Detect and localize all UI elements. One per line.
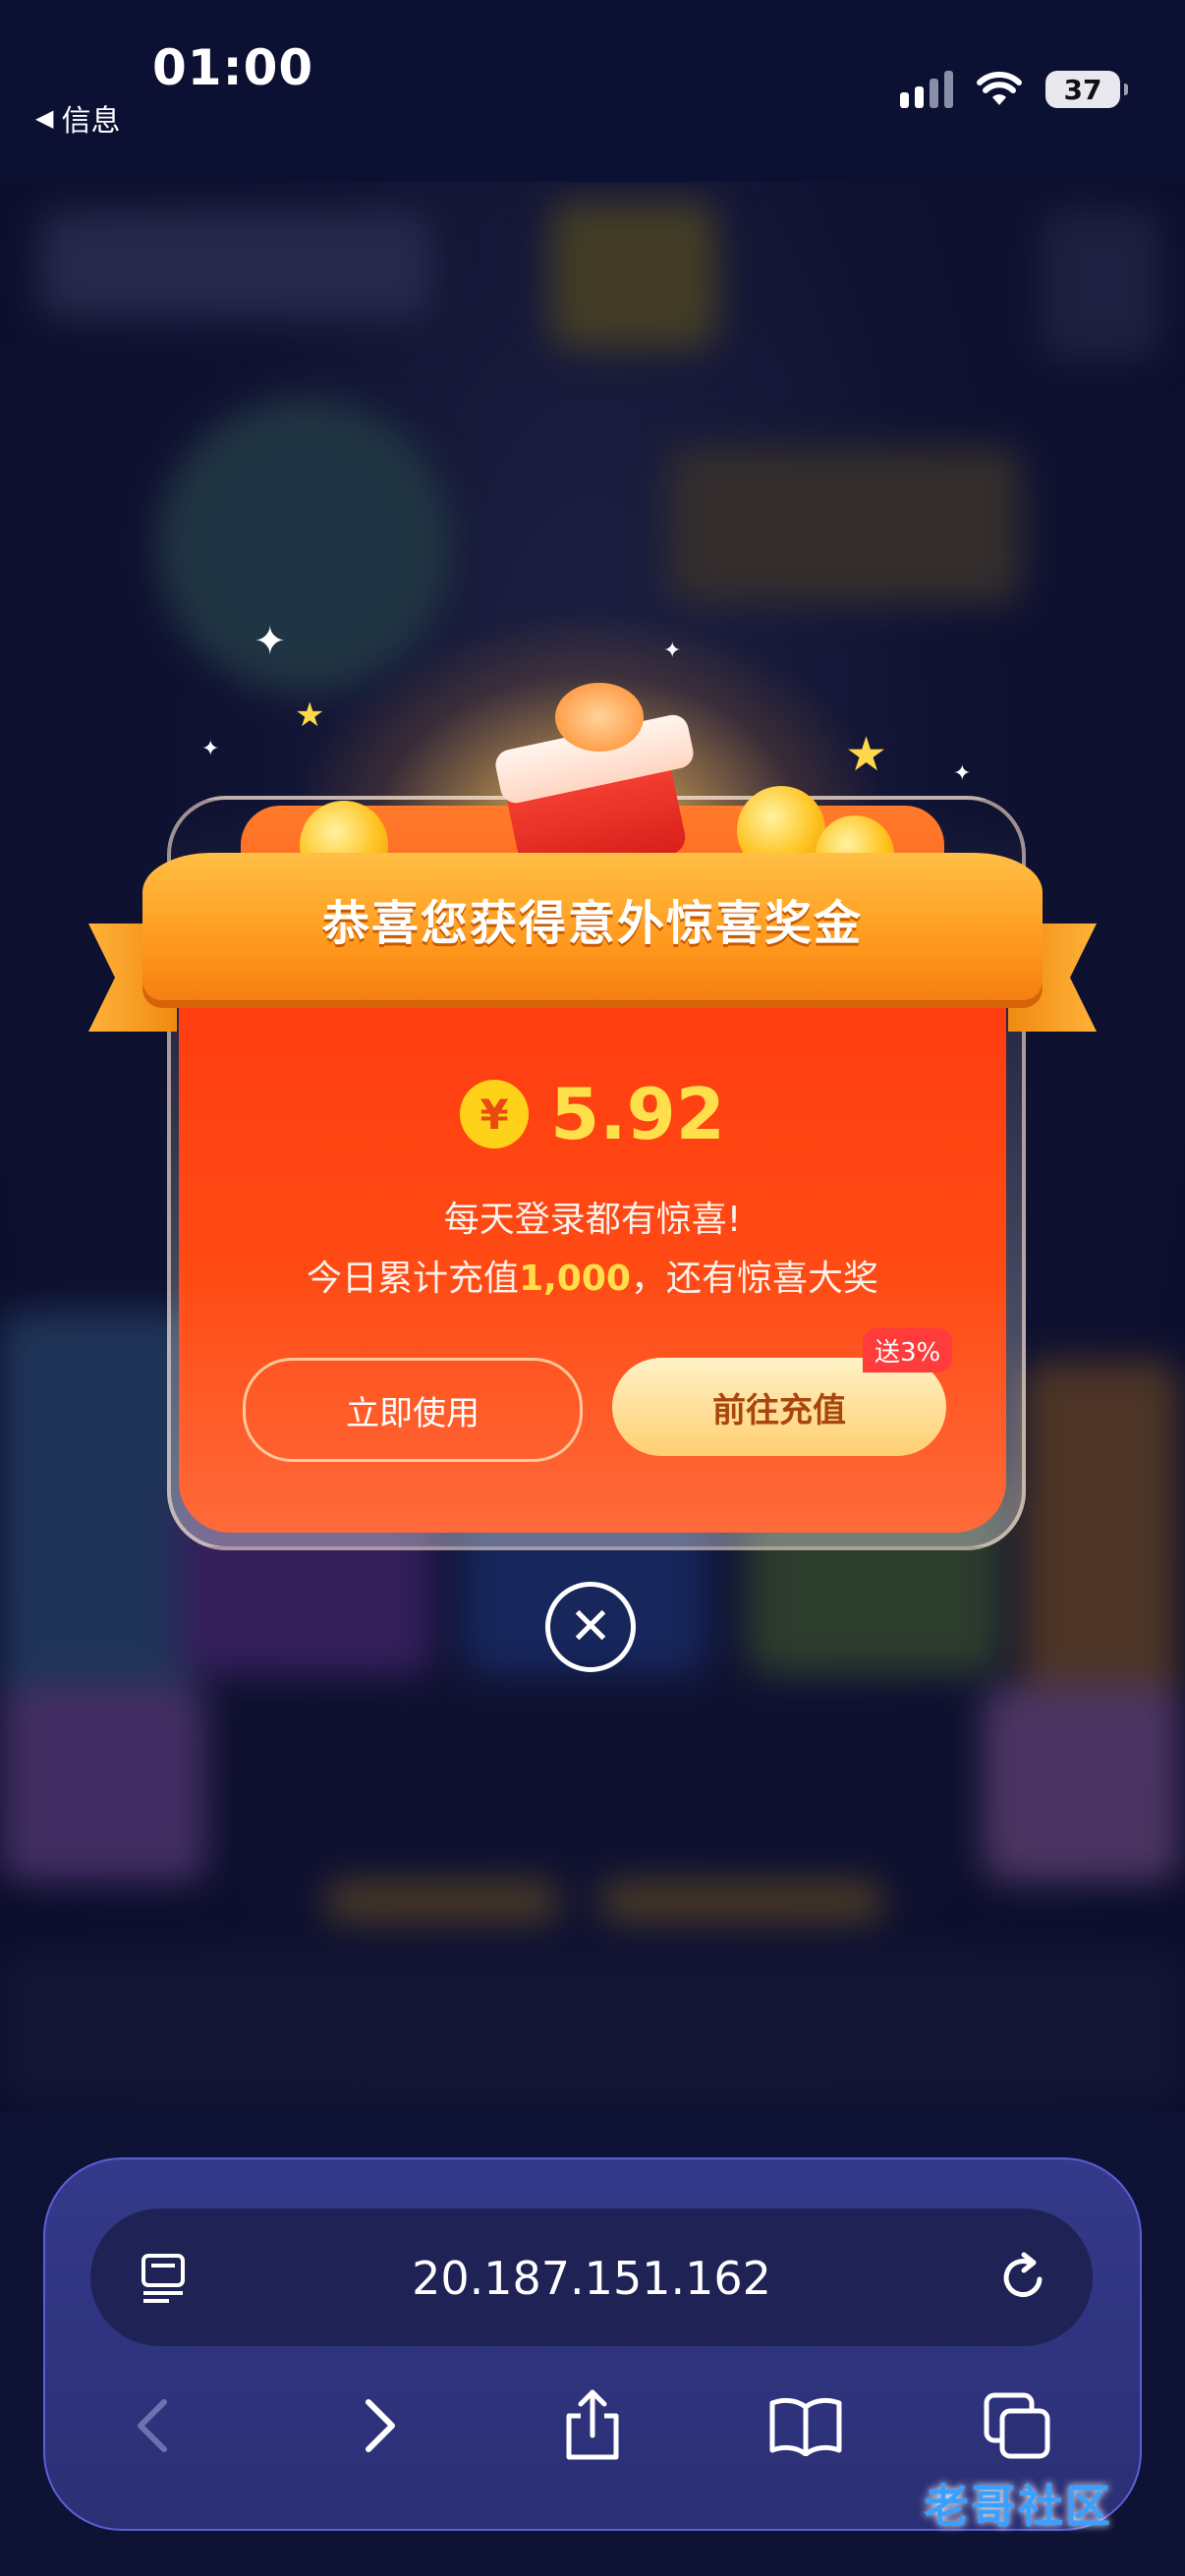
- watermark-logo: 老哥社区: [924, 2480, 1112, 2533]
- bookmarks-button[interactable]: [762, 2381, 850, 2470]
- tabs-button[interactable]: [973, 2381, 1061, 2470]
- sparkle-icon: ✦: [663, 639, 682, 663]
- status-bar: 01:00 ◀ 信息 37: [0, 0, 1185, 182]
- close-popup-button[interactable]: ✕: [545, 1582, 636, 1672]
- forward-arrow-icon: [366, 2399, 395, 2452]
- back-to-app-button[interactable]: ◀ 信息: [35, 96, 120, 140]
- close-icon: ✕: [569, 1597, 612, 1656]
- tabs-icon: [984, 2392, 1050, 2459]
- use-now-button[interactable]: 立即使用: [243, 1358, 583, 1462]
- promo-line-1: 每天登录都有惊喜!: [443, 1200, 742, 1240]
- popup-title: 恭喜您获得意外惊喜奖金: [321, 896, 863, 951]
- battery-icon: 37: [1045, 71, 1128, 108]
- sparkle-icon: ✦: [254, 619, 287, 664]
- yen-coin-icon: ¥: [460, 1080, 530, 1148]
- recharge-target-amount: 1,000: [519, 1259, 631, 1299]
- back-triangle-icon: ◀: [35, 104, 54, 132]
- wifi-icon: [977, 72, 1022, 105]
- promo-line-2-prefix: 今日累计充值: [307, 1259, 520, 1299]
- share-icon: [566, 2389, 619, 2460]
- bonus-badge: 送3%: [863, 1328, 953, 1372]
- back-to-app-label: 信息: [61, 104, 121, 139]
- bonus-amount: ¥ 5.92: [88, 1073, 1097, 1155]
- address-bar[interactable]: 20.187.151.162: [90, 2209, 1093, 2346]
- status-time: 01:00: [152, 39, 314, 96]
- status-indicators: 37: [900, 71, 1128, 108]
- browser-forward-button[interactable]: [336, 2381, 424, 2470]
- star-icon: ★: [295, 696, 325, 735]
- browser-back-button[interactable]: [108, 2381, 197, 2470]
- star-icon: ★: [845, 727, 888, 782]
- go-recharge-button[interactable]: 前往充值: [612, 1358, 946, 1456]
- sparkle-icon: ✦: [201, 737, 220, 761]
- sparkle-icon: ✦: [953, 761, 972, 786]
- url-text: 20.187.151.162: [412, 2252, 771, 2305]
- bookmarks-icon: [769, 2397, 842, 2456]
- amount-value: 5.92: [550, 1073, 725, 1155]
- back-arrow-icon: [138, 2399, 167, 2452]
- gift-box-icon: [472, 683, 717, 886]
- bonus-popup: ★ ★ ✦ ✦ ✦ ✦ 恭喜您获得意外惊喜奖金 ¥ 5.92 每天登录都有惊喜!…: [88, 589, 1097, 1572]
- signal-icon: [900, 71, 953, 108]
- reload-icon[interactable]: [996, 2250, 1051, 2305]
- share-button[interactable]: [548, 2381, 637, 2470]
- promo-line-2-suffix: ，还有惊喜大奖: [630, 1259, 878, 1299]
- promo-line-2: 今日累计充值1,000，还有惊喜大奖: [88, 1250, 1097, 1301]
